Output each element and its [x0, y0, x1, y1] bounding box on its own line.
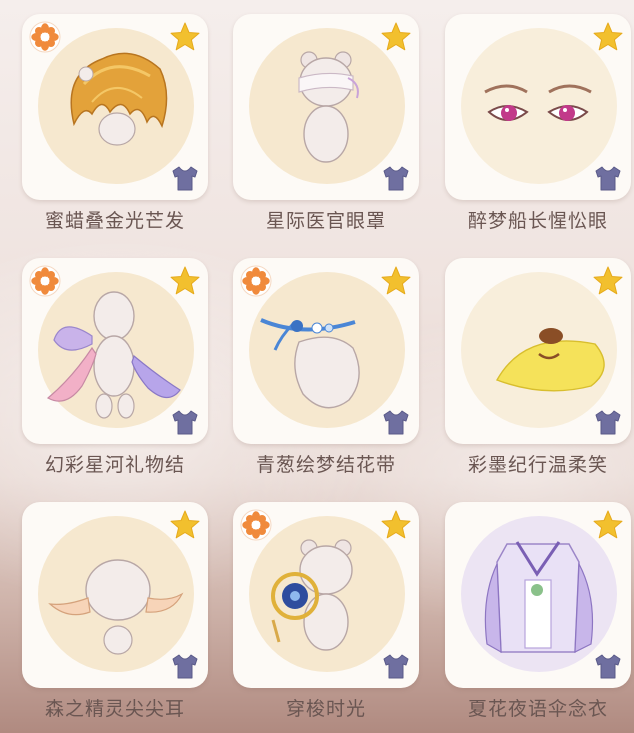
star-icon: [170, 510, 200, 539]
item-card-frame: [445, 14, 631, 200]
item-name: 森之精灵尖尖耳: [44, 698, 185, 720]
star-icon: [381, 510, 411, 539]
item-card-frame: [22, 258, 208, 444]
star-icon: [170, 22, 200, 51]
shirt-icon: [172, 166, 198, 191]
star-icon: [593, 510, 623, 539]
item-card-frame: [233, 14, 419, 200]
item-name: 幻彩星河礼物结: [44, 454, 185, 476]
shirt-icon: [172, 654, 198, 679]
item-name: 夏花夜语伞念衣: [467, 698, 608, 720]
star-icon: [381, 22, 411, 51]
shirt-icon: [595, 654, 621, 679]
flower-badge-icon: [29, 21, 61, 53]
item-name: 穿梭时光: [285, 698, 366, 720]
item-card-frame: [445, 502, 631, 688]
star-icon: [593, 22, 623, 51]
item-card-frame: [22, 502, 208, 688]
shirt-icon: [383, 166, 409, 191]
item-name: 醉梦船长惺忪眼: [467, 210, 608, 232]
item-grid: 蜜蜡叠金光芒发 星际医官眼罩 醉梦船长惺忪眼 幻彩星河礼物结 青葱绘梦结花带 彩…: [0, 0, 634, 733]
item-name: 青葱绘梦结花带: [255, 454, 396, 476]
flower-badge-icon: [240, 265, 272, 297]
shirt-icon: [383, 410, 409, 435]
shirt-icon: [595, 410, 621, 435]
shirt-icon: [383, 654, 409, 679]
flower-badge-icon: [29, 265, 61, 297]
shirt-icon: [595, 166, 621, 191]
item-card-frame: [445, 258, 631, 444]
shirt-icon: [172, 410, 198, 435]
item-name: 彩墨纪行温柔笑: [467, 454, 608, 476]
item-card-frame: [22, 14, 208, 200]
star-icon: [170, 266, 200, 295]
item-name: 蜜蜡叠金光芒发: [44, 210, 185, 232]
star-icon: [381, 266, 411, 295]
flower-badge-icon: [240, 509, 272, 541]
item-name: 星际医官眼罩: [265, 210, 386, 232]
item-card-frame: [233, 502, 419, 688]
item-card-frame: [233, 258, 419, 444]
star-icon: [593, 266, 623, 295]
